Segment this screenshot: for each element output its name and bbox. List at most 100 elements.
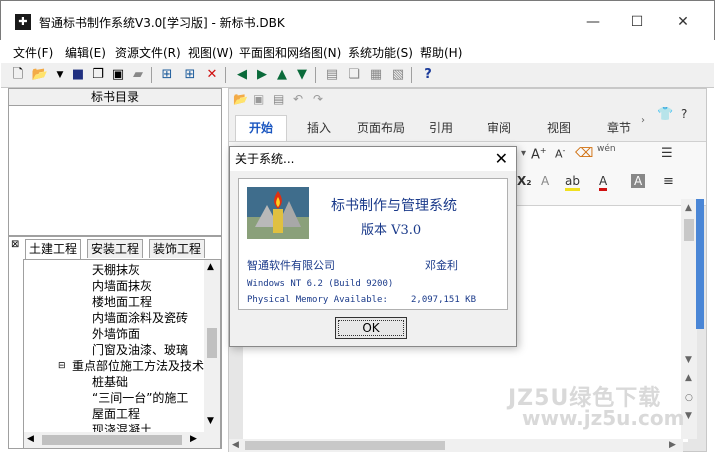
ribbon-tab-reference[interactable]: 引用 [429,119,453,136]
tree-item[interactable]: 屋面工程 [92,406,140,422]
tree-item[interactable]: 桩基础 [92,374,128,390]
export-icon[interactable]: ▰ [129,66,147,84]
tree-hscroll[interactable]: ◀ ▶ [24,432,220,448]
scroll-left-icon[interactable]: ◀ [27,434,34,444]
properties-icon[interactable]: ▣ [109,66,127,84]
tree-add-icon[interactable]: ⊞ [158,66,176,84]
move-right-icon[interactable]: ▶ [253,66,271,84]
phonetic-icon[interactable]: wén [597,144,616,154]
tree-vscroll[interactable]: ▲ ▼ [204,260,220,432]
ribbon-tab-insert[interactable]: 插入 [307,119,331,136]
list-icon[interactable]: ☰ [661,146,673,161]
tree-item[interactable]: “三间一台”的施工 [92,390,188,406]
open-icon[interactable]: 📂 [233,92,248,106]
scroll-left-icon[interactable]: ◀ [232,440,239,450]
tab-decoration[interactable]: 装饰工程 [149,239,206,258]
menu-edit[interactable]: 编辑(E) [65,44,106,61]
font-color-icon[interactable]: A [599,174,608,191]
ribbon-tab-view[interactable]: 视图 [547,119,571,136]
close-button[interactable]: ✕ [663,9,703,35]
menu-diagram[interactable]: 平面图和网络图(N) [239,44,341,61]
save-icon[interactable]: ▣ [253,92,264,106]
select-browse-icon[interactable]: ○ [685,393,693,403]
save-icon[interactable]: ■ [69,66,87,84]
scroll-down-icon[interactable]: ▼ [207,416,214,426]
tab-installation[interactable]: 安装工程 [87,239,144,258]
tree-item[interactable]: 外墙饰面 [92,326,140,342]
ribbon-tab-chapter[interactable]: 章节 [607,119,631,136]
tree-item[interactable]: 门窗及油漆、玻璃 [92,342,188,358]
watermark-url: www.jz5u.com [522,406,685,430]
shirt-icon[interactable]: 👕 [657,107,673,122]
ribbon-more-icon[interactable]: › [641,115,645,126]
author-name: 邓金利 [425,259,458,272]
scroll-down-icon[interactable]: ▼ [685,355,692,365]
scroll-up-icon[interactable]: ▲ [207,262,214,272]
tree-insert-icon[interactable]: ⊞ [181,66,199,84]
image-icon[interactable]: ▧ [389,66,407,84]
page-down-icon[interactable]: ▼ [685,411,692,421]
char-shading-icon[interactable]: A [631,174,646,188]
page-up-icon[interactable]: ▲ [685,373,692,383]
font-size-dropdown-icon[interactable]: ▾ [521,148,526,159]
scroll-right-icon[interactable]: ▶ [190,434,197,444]
menu-resource[interactable]: 资源文件(R) [115,44,181,61]
print-icon[interactable]: ▤ [323,66,341,84]
new-file-icon[interactable]: 🗋 [9,66,27,84]
shrink-font-icon[interactable]: A- [555,146,565,161]
tree-item[interactable]: 楼地面工程 [92,294,152,310]
help-icon[interactable]: ? [681,107,687,121]
tree-expand-icon[interactable]: ⊟ [58,358,66,374]
menu-file[interactable]: 文件(F) [13,44,53,61]
catalog-tree[interactable]: 天棚抹灰 内墙面抹灰 楼地面工程 内墙面涂料及瓷砖 外墙饰面 门窗及油漆、玻璃 … [23,259,221,449]
menu-help[interactable]: 帮助(H) [420,44,462,61]
tree-item[interactable]: 重点部位施工方法及技术 [72,358,204,374]
product-version: 版本 V3.0 [361,223,422,238]
about-dialog: 关于系统... ✕ 标书制作与管理系统 版本 V3.0 智通软件有限公司 邓金利… [229,146,517,347]
redo-icon[interactable]: ↷ [313,92,323,106]
help-icon[interactable]: ? [419,66,437,84]
delete-icon[interactable]: ✕ [203,66,221,84]
catalog-header: 标书目录 [9,89,221,106]
ribbon-tab-layout[interactable]: 页面布局 [357,119,405,136]
tab-civil[interactable]: 土建工程 [25,239,82,259]
ribbon-tab-home[interactable]: 开始 [249,119,273,136]
tree-item[interactable]: 天棚抹灰 [92,262,140,278]
subscript-icon[interactable]: X₂ [517,174,532,188]
align-icon[interactable]: ≡ [663,174,674,189]
menu-view[interactable]: 视图(W) [188,44,233,61]
move-up-icon[interactable]: ▲ [273,66,291,84]
print-icon[interactable]: ▤ [273,92,284,106]
text-effect-icon[interactable]: A [541,174,549,188]
scroll-thumb[interactable] [245,441,445,450]
minimize-button[interactable]: — [573,9,613,35]
clear-format-icon[interactable]: ⌫ [575,146,593,161]
tree-item[interactable]: 内墙面涂料及瓷砖 [92,310,188,326]
tree-item[interactable]: 内墙面抹灰 [92,278,152,294]
undo-icon[interactable]: ↶ [293,92,303,106]
document-hscroll[interactable]: ◀ ▶ [229,439,683,452]
panel-close-icon[interactable]: ⊠ [11,239,19,250]
scroll-right-icon[interactable]: ▶ [669,440,676,450]
ribbon-tab-review[interactable]: 审阅 [487,119,511,136]
scroll-thumb[interactable] [42,435,182,445]
copy-icon[interactable]: ❏ [345,66,363,84]
scroll-thumb[interactable] [684,219,694,241]
scroll-thumb[interactable] [207,328,217,358]
move-left-icon[interactable]: ◀ [233,66,251,84]
menu-system[interactable]: 系统功能(S) [348,44,413,61]
scroll-up-icon[interactable]: ▲ [685,203,692,213]
grow-font-icon[interactable]: A+ [531,146,547,162]
open-folder-icon[interactable]: 📂 [31,66,49,84]
maximize-button[interactable]: ☐ [617,9,657,35]
dialog-close-icon[interactable]: ✕ [495,149,508,169]
save-all-icon[interactable]: ❐ [89,66,107,84]
memory-value: 2,097,151 KB [411,295,477,305]
dropdown-arrow-icon[interactable]: ▼ [51,66,69,84]
toolbar-separator [225,67,226,83]
layout-icon[interactable]: ▦ [367,66,385,84]
move-down-icon[interactable]: ▼ [293,66,311,84]
document-vscroll[interactable]: ▲ ▼ ▲ ○ ▼ [681,199,697,439]
ok-button[interactable]: OK [335,317,407,339]
highlight-icon[interactable]: ab [565,174,580,191]
